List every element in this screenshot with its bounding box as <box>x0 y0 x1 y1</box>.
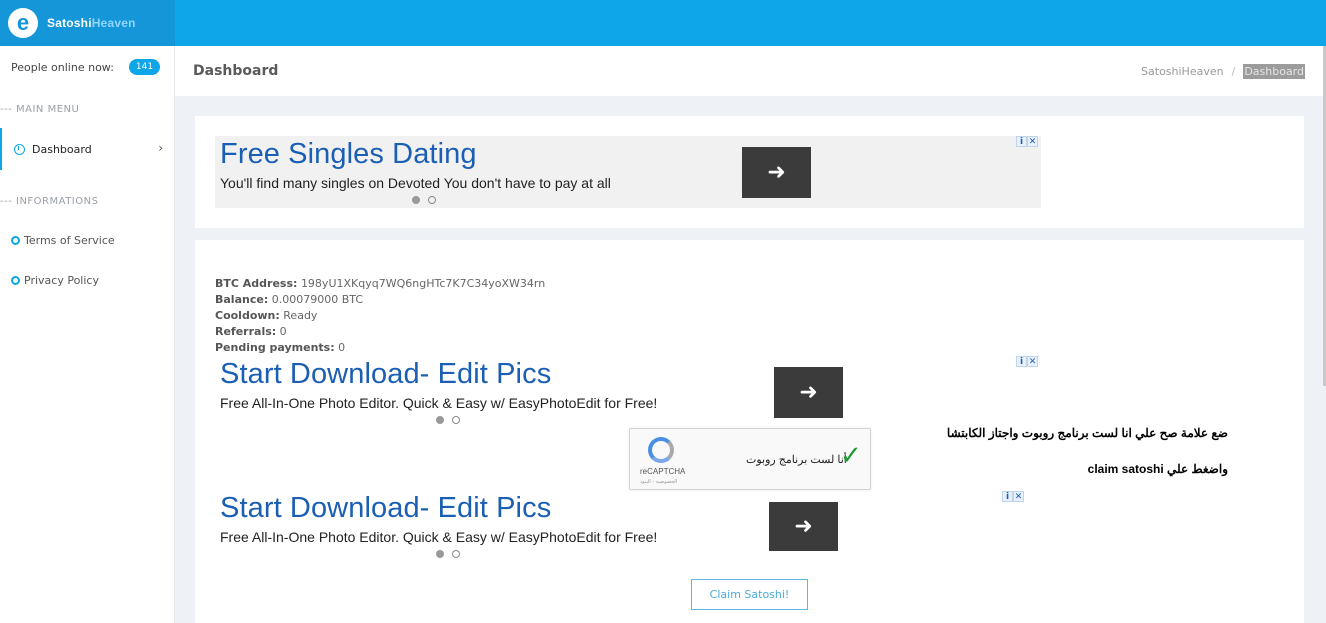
balance-value: 0.00079000 BTC <box>271 293 364 306</box>
close-icon[interactable]: ✕ <box>1013 491 1024 502</box>
breadcrumb-separator: / <box>1231 65 1236 78</box>
ad-pagination <box>412 196 436 204</box>
ad-card: Free Singles Dating You'll find many sin… <box>195 116 1304 228</box>
btc-address-value: 198yU1XKqyq7WQ6ngHTc7K7C34yoXW34rn <box>300 277 546 290</box>
info-icon[interactable]: i <box>1016 356 1027 367</box>
online-label: People online now: <box>11 60 114 74</box>
breadcrumb-root[interactable]: SatoshiHeaven <box>1141 65 1224 78</box>
ad-headline[interactable]: Free Singles Dating <box>220 138 611 171</box>
adchoices[interactable]: i ✕ <box>1002 491 1024 502</box>
recaptcha-label: أنا لست برنامج روبوت <box>746 454 847 466</box>
ad-bottom[interactable]: Start Download- Edit Pics Free All-In-On… <box>220 492 657 545</box>
arrow-right-icon: ➜ <box>767 160 786 185</box>
pagination-dot[interactable] <box>452 416 460 424</box>
ad-arrow-button[interactable]: ➜ <box>742 147 811 198</box>
balance-row: Balance: 0.00079000 BTC <box>215 293 364 306</box>
ad-top[interactable]: Free Singles Dating You'll find many sin… <box>220 138 611 191</box>
cooldown-value: Ready <box>283 309 318 322</box>
adchoices[interactable]: i ✕ <box>1016 136 1038 147</box>
sidebar-item-terms[interactable]: Terms of Service <box>11 234 115 247</box>
top-navbar: e SatoshiHeaven <box>0 0 1326 46</box>
informations-heading: --- INFORMATIONS <box>0 196 99 207</box>
ad-mid[interactable]: Start Download- Edit Pics Free All-In-On… <box>220 358 657 411</box>
close-icon[interactable]: ✕ <box>1027 136 1038 147</box>
adchoices[interactable]: i ✕ <box>1016 356 1038 367</box>
cooldown-row: Cooldown: Ready <box>215 309 318 322</box>
page-title: Dashboard <box>193 63 279 79</box>
brand-logo[interactable]: e SatoshiHeaven <box>0 0 175 46</box>
pagination-dot[interactable] <box>452 550 460 558</box>
claim-satoshi-button[interactable]: Claim Satoshi! <box>691 579 808 610</box>
logo-icon: e <box>8 8 38 38</box>
circle-icon <box>11 276 20 285</box>
page-header: Dashboard SatoshiHeaven / Dashboard <box>175 46 1326 96</box>
brand-name: SatoshiHeaven <box>47 16 136 30</box>
breadcrumb-current: Dashboard <box>1243 64 1305 79</box>
pagination-dot[interactable] <box>436 550 444 558</box>
pagination-dot[interactable] <box>428 196 436 204</box>
info-icon[interactable]: i <box>1016 136 1027 147</box>
ad-headline[interactable]: Start Download- Edit Pics <box>220 492 657 525</box>
pending-row: Pending payments: 0 <box>215 341 346 354</box>
ad-text: Free All-In-One Photo Editor. Quick & Ea… <box>220 529 658 545</box>
recaptcha-brand: reCAPTCHA <box>640 467 686 476</box>
online-count-badge: 141 <box>128 59 161 75</box>
faucet-card: BTC Address: 198yU1XKqyq7WQ6ngHTc7K7C34y… <box>195 240 1304 623</box>
circle-icon <box>11 236 20 245</box>
recaptcha-privacy-link[interactable]: الخصوصية - البنود <box>640 479 677 485</box>
clock-icon <box>14 143 25 155</box>
checkmark-icon[interactable]: ✓ <box>840 443 862 469</box>
main-menu-heading: --- MAIN MENU <box>0 104 80 115</box>
close-icon[interactable]: ✕ <box>1027 356 1038 367</box>
sidebar: People online now: 141 --- MAIN MENU Das… <box>0 46 175 623</box>
sidebar-item-privacy[interactable]: Privacy Policy <box>11 274 99 287</box>
arrow-right-icon: ➜ <box>799 380 818 405</box>
pagination-dot[interactable] <box>436 416 444 424</box>
account-info: BTC Address: 198yU1XKqyq7WQ6ngHTc7K7C34y… <box>215 276 545 356</box>
ad-pagination <box>436 416 460 424</box>
sidebar-item-label: Terms of Service <box>24 234 115 247</box>
ad-pagination <box>436 550 460 558</box>
info-icon[interactable]: i <box>1002 491 1013 502</box>
ad-headline[interactable]: Start Download- Edit Pics <box>220 358 657 391</box>
ad-arrow-button[interactable]: ➜ <box>774 367 843 418</box>
breadcrumb: SatoshiHeaven / Dashboard <box>1141 64 1305 79</box>
online-counter: People online now: 141 <box>11 59 161 75</box>
instruction-line-2: واضغط علي claim satoshi <box>1087 462 1228 476</box>
arrow-right-icon: ➜ <box>794 514 813 539</box>
recaptcha-widget[interactable]: reCAPTCHA الخصوصية - البنود أنا لست برنا… <box>629 428 871 490</box>
referrals-value: 0 <box>279 325 287 338</box>
sidebar-item-label: Dashboard <box>32 142 92 156</box>
ad-arrow-button[interactable]: ➜ <box>769 502 838 551</box>
ad-text: Free All-In-One Photo Editor. Quick & Ea… <box>220 395 658 411</box>
ad-text: You'll find many singles on Devoted You … <box>220 175 611 191</box>
instruction-line-1: ضع علامة صح علي انا لست برنامج روبوت واج… <box>946 426 1228 440</box>
sidebar-item-dashboard[interactable]: Dashboard › <box>0 128 175 170</box>
pending-value: 0 <box>338 341 346 354</box>
referrals-row: Referrals: 0 <box>215 325 287 338</box>
pagination-dot[interactable] <box>412 196 420 204</box>
recaptcha-logo-icon <box>648 437 674 463</box>
chevron-right-icon: › <box>158 141 163 155</box>
sidebar-item-label: Privacy Policy <box>24 274 99 287</box>
btc-address-row: BTC Address: 198yU1XKqyq7WQ6ngHTc7K7C34y… <box>215 277 546 290</box>
